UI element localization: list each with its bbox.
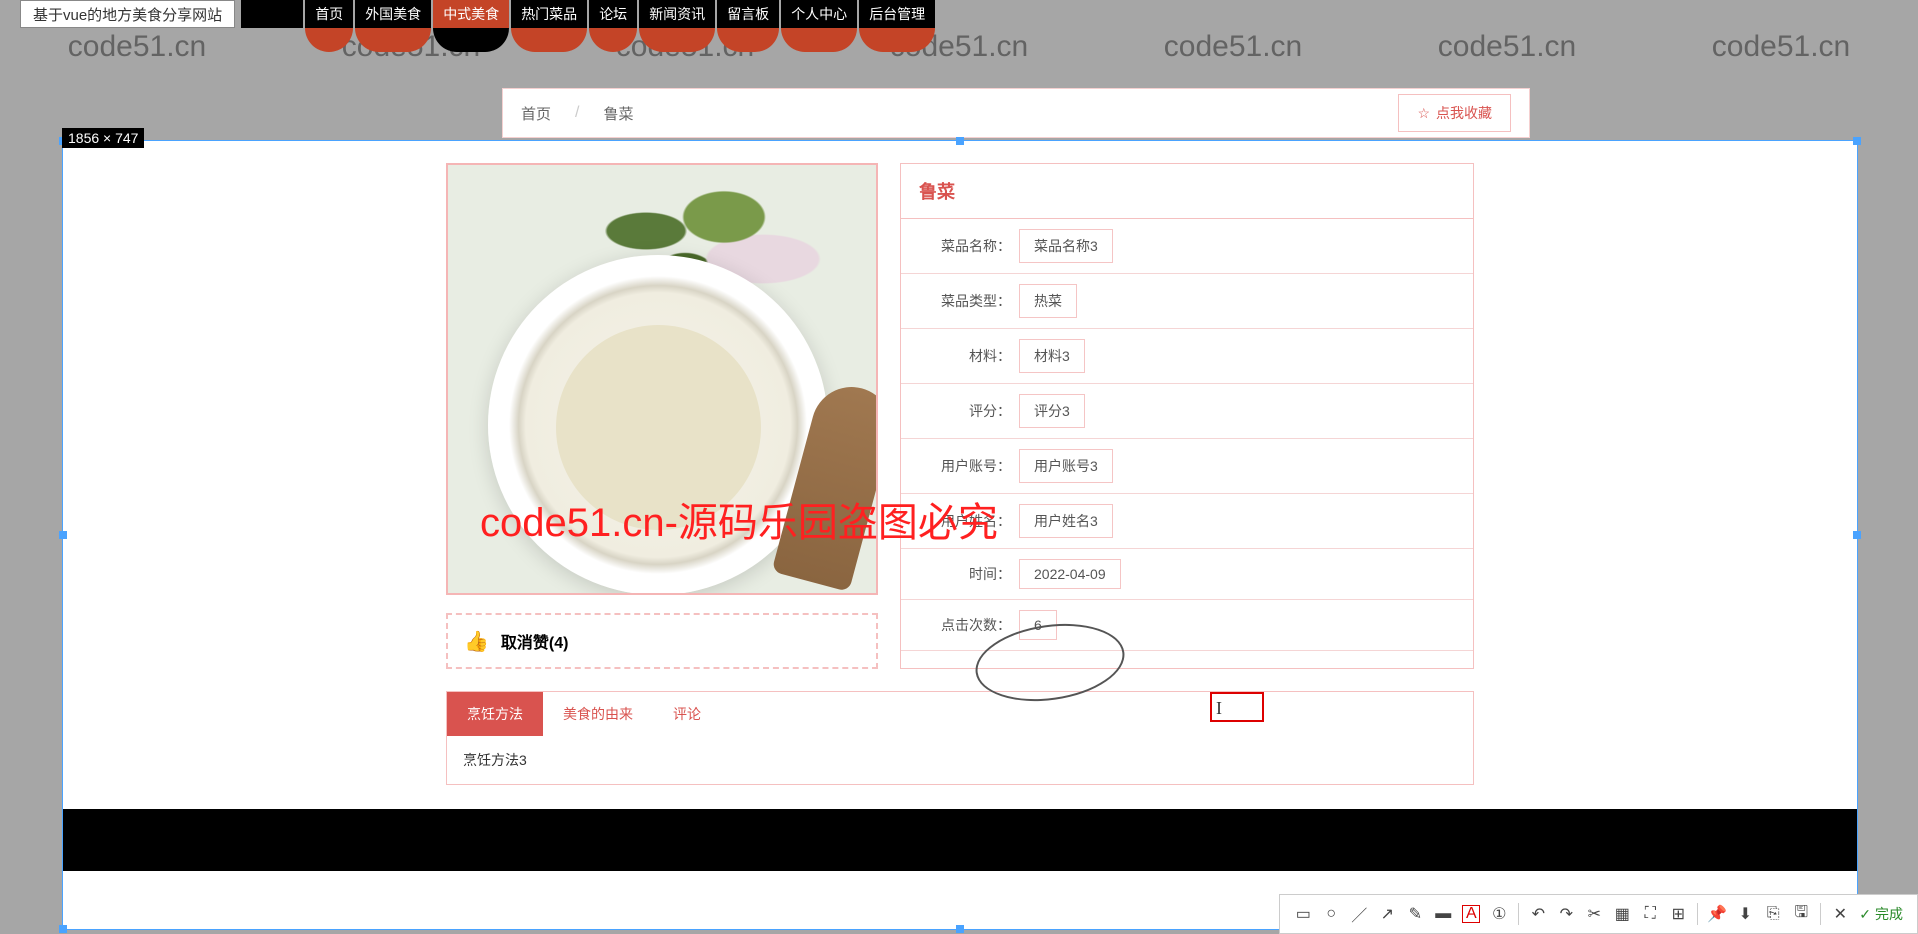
- ocr-icon[interactable]: ⊞: [1669, 905, 1687, 923]
- reselect-icon[interactable]: ⛶: [1641, 905, 1659, 923]
- site-title: 基于vue的地方美食分享网站: [20, 0, 235, 28]
- resize-handle-bl[interactable]: [59, 925, 67, 933]
- thumbs-up-icon: 👍: [464, 629, 489, 654]
- detail-row-account: 用户账号：用户账号3: [901, 439, 1473, 494]
- selection-dimensions: 1856 × 747: [62, 128, 144, 148]
- crop-icon[interactable]: ✂: [1585, 905, 1603, 923]
- text-icon[interactable]: A: [1462, 905, 1480, 923]
- detail-row-ingredients: 材料：材料3: [901, 329, 1473, 384]
- detail-row-type: 菜品类型：热菜: [901, 274, 1473, 329]
- breadcrumb: 首页 / 鲁菜 ☆ 点我收藏: [502, 88, 1530, 138]
- detail-row-clicks: 点击次数：6: [901, 600, 1473, 651]
- pin-icon[interactable]: 📌: [1708, 905, 1726, 923]
- star-icon: ☆: [1417, 105, 1430, 122]
- breadcrumb-current: 鲁菜: [603, 103, 633, 124]
- pen-icon[interactable]: ✎: [1406, 905, 1424, 923]
- nav-guestbook[interactable]: 留言板: [717, 0, 779, 28]
- resize-handle-bm[interactable]: [956, 925, 964, 933]
- marker-icon[interactable]: ▬: [1434, 905, 1452, 923]
- detail-title: 鲁菜: [901, 164, 1473, 219]
- nav-profile[interactable]: 个人中心: [781, 0, 857, 28]
- circle-icon[interactable]: ○: [1322, 905, 1340, 923]
- download-icon[interactable]: ⬇: [1736, 905, 1754, 923]
- breadcrumb-separator: /: [575, 104, 579, 122]
- favorite-button[interactable]: ☆ 点我收藏: [1398, 94, 1511, 132]
- nav-chinese-food[interactable]: 中式美食: [433, 0, 509, 28]
- resize-handle-ml[interactable]: [59, 531, 67, 539]
- page-footer: [63, 809, 1857, 871]
- center-watermark: code51.cn-源码乐园盗图必究: [480, 490, 998, 548]
- copy-icon[interactable]: ⎘: [1764, 905, 1782, 923]
- rect-icon[interactable]: ▭: [1294, 905, 1312, 923]
- nav-admin[interactable]: 后台管理: [859, 0, 935, 28]
- detail-panel: 鲁菜 菜品名称：菜品名称3 菜品类型：热菜 材料：材料3 评分：评分3 用户账号…: [900, 163, 1474, 669]
- nav-spacer: [241, 0, 303, 28]
- screenshot-toolbar: ▭ ○ ／ ↗ ✎ ▬ A ① ↶ ↷ ✂ ▦ ⛶ ⊞ 📌 ⬇ ⎘ 🖫 ✕ ✓ …: [1279, 894, 1918, 934]
- breadcrumb-home[interactable]: 首页: [521, 103, 551, 124]
- save-icon[interactable]: 🖫: [1792, 905, 1810, 923]
- nav-home[interactable]: 首页: [305, 0, 353, 28]
- resize-handle-tm[interactable]: [956, 137, 964, 145]
- nav-foreign-food[interactable]: 外国美食: [355, 0, 431, 28]
- text-cursor-icon: I: [1216, 698, 1222, 719]
- detail-row-time: 时间：2022-04-09: [901, 549, 1473, 600]
- arrow-icon[interactable]: ↗: [1378, 905, 1396, 923]
- check-icon: ✓: [1859, 906, 1871, 923]
- done-button[interactable]: ✓ 完成: [1859, 904, 1903, 924]
- close-icon[interactable]: ✕: [1831, 905, 1849, 923]
- counter-icon[interactable]: ①: [1490, 905, 1508, 923]
- nav-hot-dishes[interactable]: 热门菜品: [511, 0, 587, 28]
- tab-cooking-method[interactable]: 烹饪方法: [447, 692, 543, 736]
- undo-icon[interactable]: ↶: [1529, 905, 1547, 923]
- tab-food-origin[interactable]: 美食的由来: [543, 692, 653, 736]
- unlike-button[interactable]: 👍 取消赞(4): [446, 613, 878, 669]
- nav-forum[interactable]: 论坛: [589, 0, 637, 28]
- resize-handle-tr[interactable]: [1853, 137, 1861, 145]
- detail-row-rating: 评分：评分3: [901, 384, 1473, 439]
- resize-handle-mr[interactable]: [1853, 531, 1861, 539]
- nav-news[interactable]: 新闻资讯: [639, 0, 715, 28]
- top-navigation: 基于vue的地方美食分享网站 首页 外国美食 中式美食 热门菜品 论坛 新闻资讯…: [0, 0, 1918, 28]
- line-icon[interactable]: ／: [1350, 905, 1368, 923]
- blur-icon[interactable]: ▦: [1613, 905, 1631, 923]
- tabs-panel: 烹饪方法 美食的由来 评论 烹饪方法3: [446, 691, 1474, 785]
- redo-icon[interactable]: ↷: [1557, 905, 1575, 923]
- tab-comments[interactable]: 评论: [653, 692, 721, 736]
- detail-row-name: 菜品名称：菜品名称3: [901, 219, 1473, 274]
- tab-content: 烹饪方法3: [447, 736, 1473, 784]
